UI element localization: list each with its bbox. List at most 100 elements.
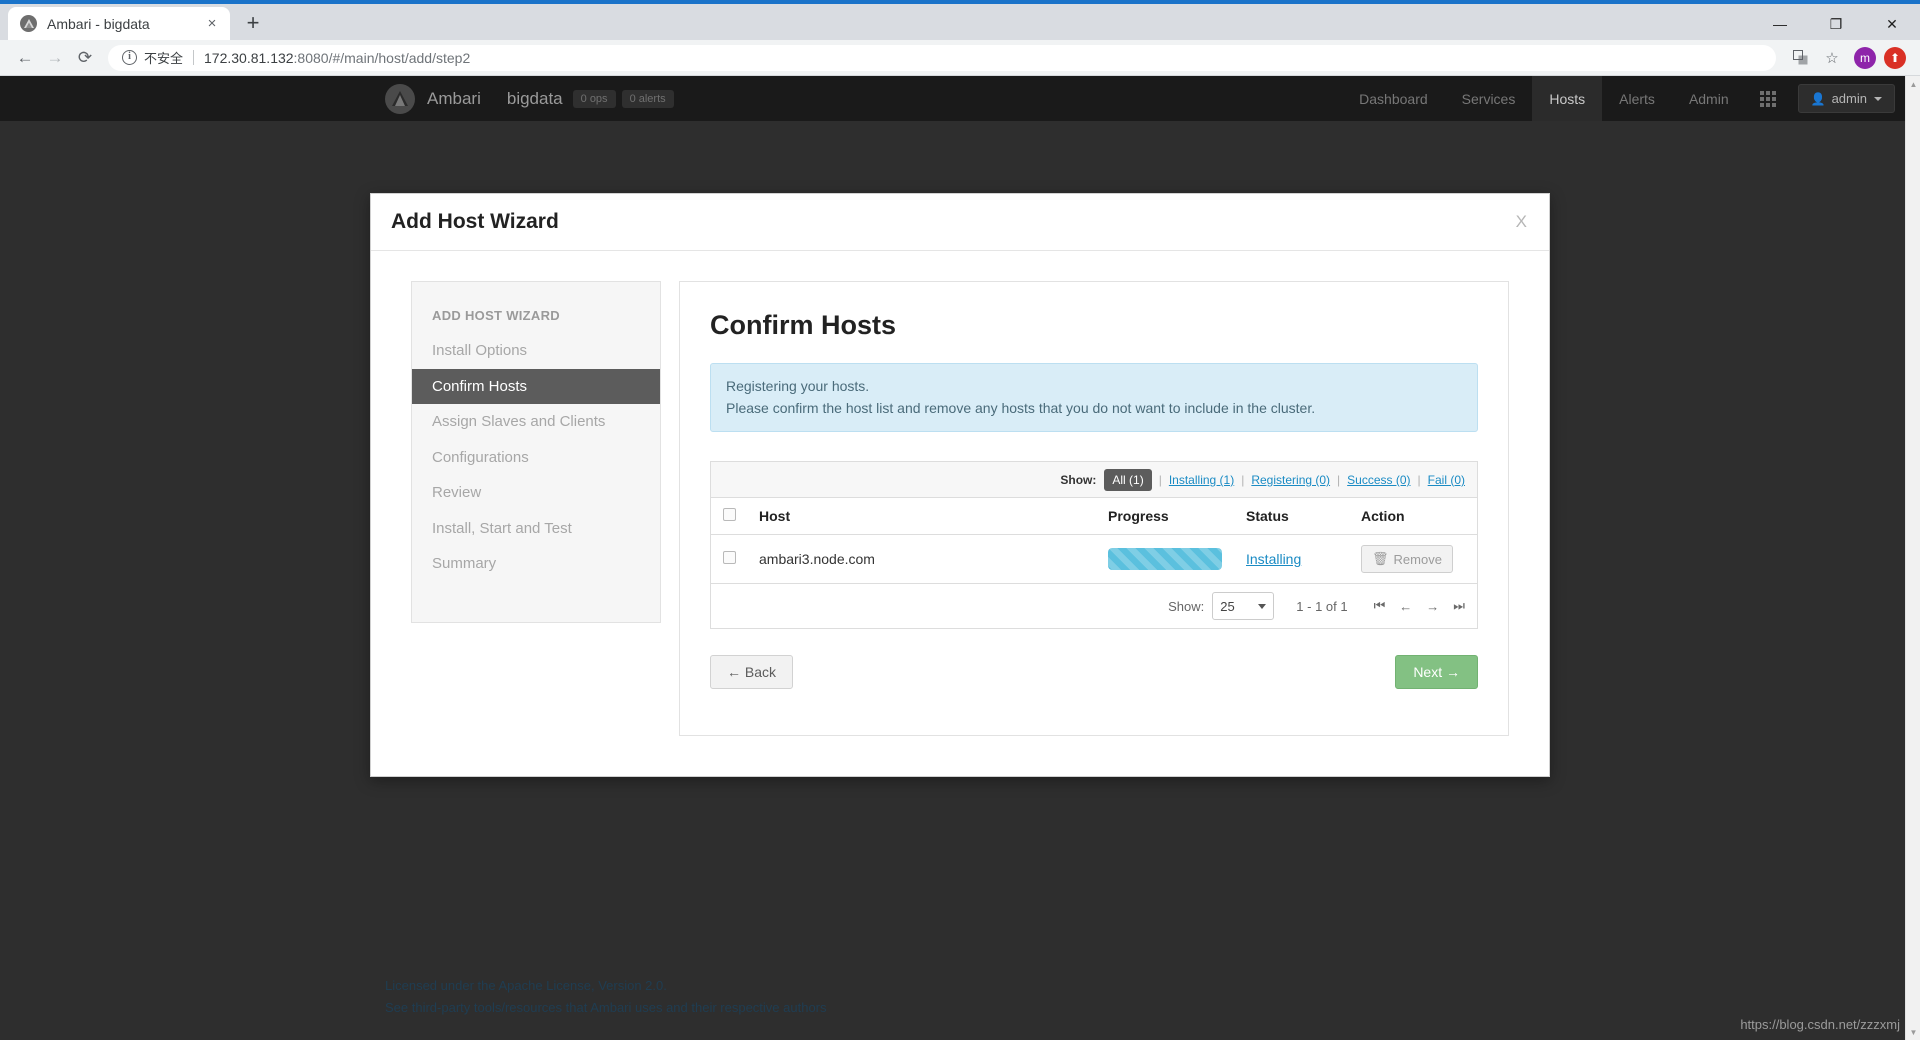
hosts-table: Host Progress Status Action ambari3.node… xyxy=(711,498,1477,585)
reload-icon[interactable]: ⟳ xyxy=(70,43,100,73)
wizard-step-configurations[interactable]: Configurations xyxy=(412,440,660,476)
wizard-step-review[interactable]: Review xyxy=(412,475,660,511)
filter-registering[interactable]: Registering (0) xyxy=(1251,473,1330,487)
page-scrollbar[interactable]: ▲ ▼ xyxy=(1905,76,1920,1040)
address-bar[interactable]: i 不安全 172.30.81.132:8080/#/main/host/add… xyxy=(108,44,1776,71)
filter-separator: | xyxy=(1158,472,1162,487)
brand-label[interactable]: Ambari xyxy=(427,89,481,109)
table-row: ambari3.node.com Installing 🗑 Remove xyxy=(711,534,1477,585)
filter-success[interactable]: Success (0) xyxy=(1347,473,1410,487)
license-link[interactable]: Licensed under the Apache License, Versi… xyxy=(385,975,1905,996)
bookmark-star-icon[interactable]: ☆ xyxy=(1816,43,1848,73)
wizard-step-summary[interactable]: Summary xyxy=(412,546,660,582)
new-tab-button[interactable]: + xyxy=(236,8,270,38)
modal-header: Add Host Wizard X xyxy=(371,194,1549,251)
filter-separator: | xyxy=(1241,472,1245,487)
nav-item-services[interactable]: Services xyxy=(1445,76,1533,121)
close-icon[interactable]: X xyxy=(1516,212,1527,232)
nav-item-alerts[interactable]: Alerts xyxy=(1602,76,1672,121)
next-page-icon[interactable]: → xyxy=(1426,599,1439,614)
url-text: 172.30.81.132:8080/#/main/host/add/step2 xyxy=(204,50,470,66)
hosts-table-wrapper: Show: All (1) | Installing (1) | Registe… xyxy=(710,461,1478,630)
pagination-range: 1 - 1 of 1 xyxy=(1296,598,1348,614)
site-info-icon[interactable]: i xyxy=(122,50,137,65)
update-icon[interactable]: ⬆ xyxy=(1884,46,1906,69)
ambari-navbar: Ambari bigdata 0 ops 0 alerts Dashboard … xyxy=(0,76,1905,121)
apps-grid-icon[interactable] xyxy=(1746,76,1790,121)
cell-status: Installing xyxy=(1234,534,1349,585)
wizard-step-assign-slaves[interactable]: Assign Slaves and Clients xyxy=(412,404,660,440)
page-size-value: 25 xyxy=(1220,598,1235,614)
status-filter-bar: Show: All (1) | Installing (1) | Registe… xyxy=(711,462,1477,499)
page-content: Ambari bigdata 0 ops 0 alerts Dashboard … xyxy=(0,76,1905,1040)
tab-close-icon[interactable]: × xyxy=(202,14,222,34)
filter-installing[interactable]: Installing (1) xyxy=(1169,473,1234,487)
third-party-link[interactable]: See third-party tools/resources that Amb… xyxy=(385,997,1905,1018)
row-checkbox[interactable] xyxy=(723,551,736,565)
ambari-nav-items: Dashboard Services Hosts Alerts Admin 👤 … xyxy=(1342,76,1895,121)
trash-icon: 🗑 xyxy=(1372,551,1389,567)
url-host: 172.30.81.132 xyxy=(204,49,294,66)
select-all-cell xyxy=(711,498,747,536)
nav-item-dashboard[interactable]: Dashboard xyxy=(1342,76,1445,121)
app-footer: Licensed under the Apache License, Versi… xyxy=(0,975,1905,1040)
window-close-icon[interactable]: ✕ xyxy=(1864,6,1920,42)
filter-separator: | xyxy=(1337,472,1341,487)
column-header-host[interactable]: Host xyxy=(747,498,1096,536)
scroll-up-icon[interactable]: ▲ xyxy=(1906,76,1920,92)
status-badge[interactable]: Installing xyxy=(1246,551,1301,567)
wizard-step-install-options[interactable]: Install Options xyxy=(412,333,660,369)
cell-host: ambari3.node.com xyxy=(747,534,1096,585)
wizard-step-install-start-test[interactable]: Install, Start and Test xyxy=(412,511,660,547)
progress-track xyxy=(1108,548,1222,571)
wizard-step-confirm-hosts[interactable]: Confirm Hosts xyxy=(412,368,660,404)
column-header-status[interactable]: Status xyxy=(1234,498,1349,536)
column-header-action[interactable]: Action xyxy=(1349,498,1477,536)
browser-window: Ambari - bigdata × + — ❐ ✕ ← → ⟳ i 不安全 1… xyxy=(0,0,1920,1040)
profile-avatar[interactable]: m xyxy=(1854,46,1876,69)
next-button[interactable]: Next → xyxy=(1395,655,1478,690)
nav-item-admin[interactable]: Admin xyxy=(1672,76,1746,121)
chevron-down-icon xyxy=(1258,603,1267,609)
filter-separator: | xyxy=(1417,472,1421,487)
user-menu-label: admin xyxy=(1831,91,1867,106)
ambari-app: Ambari bigdata 0 ops 0 alerts Dashboard … xyxy=(0,76,1905,1040)
select-all-checkbox[interactable] xyxy=(723,508,736,522)
chevron-down-icon xyxy=(1874,96,1882,101)
browser-tab[interactable]: Ambari - bigdata × xyxy=(8,7,230,40)
filter-fail[interactable]: Fail (0) xyxy=(1428,473,1465,487)
toolbar-right: ☆ m ⬆ xyxy=(1784,43,1910,73)
pagination-controls: ⏮ ← → ⏭ xyxy=(1374,598,1465,614)
user-menu-button[interactable]: 👤 admin xyxy=(1797,84,1895,113)
column-header-progress[interactable]: Progress xyxy=(1096,498,1234,536)
wizard-step-nav: ADD HOST WIZARD Install Options Confirm … xyxy=(411,281,661,623)
window-controls: — ❐ ✕ xyxy=(1752,4,1920,44)
wizard-nav-heading: ADD HOST WIZARD xyxy=(432,308,560,323)
watermark: https://blog.csdn.net/zzzxmj xyxy=(1740,1017,1900,1032)
hosts-table-head: Host Progress Status Action xyxy=(711,498,1477,536)
page-viewport: Ambari bigdata 0 ops 0 alerts Dashboard … xyxy=(0,76,1920,1040)
first-page-icon[interactable]: ⏮ xyxy=(1374,598,1386,614)
alert-line-2: Please confirm the host list and remove … xyxy=(726,399,1316,416)
filter-all[interactable]: All (1) xyxy=(1104,468,1152,491)
scroll-down-icon[interactable]: ▼ xyxy=(1906,1024,1920,1040)
back-button[interactable]: ← Back xyxy=(710,655,794,690)
hosts-table-body: ambari3.node.com Installing 🗑 Remove xyxy=(711,534,1477,585)
last-page-icon[interactable]: ⏭ xyxy=(1453,598,1465,614)
nav-item-hosts[interactable]: Hosts xyxy=(1532,76,1603,121)
translate-icon[interactable] xyxy=(1784,43,1816,73)
prev-page-icon[interactable]: ← xyxy=(1399,599,1412,614)
page-size-select[interactable]: 25 xyxy=(1212,592,1275,621)
ops-badge[interactable]: 0 ops xyxy=(572,89,616,108)
wizard-footer: ← Back Next → xyxy=(710,655,1478,690)
row-select-cell xyxy=(711,534,747,585)
remove-host-button[interactable]: 🗑 Remove xyxy=(1361,545,1453,574)
browser-toolbar: ← → ⟳ i 不安全 172.30.81.132:8080/#/main/ho… xyxy=(0,40,1920,76)
window-minimize-icon[interactable]: — xyxy=(1752,6,1808,42)
alerts-badge[interactable]: 0 alerts xyxy=(621,89,674,108)
back-icon[interactable]: ← xyxy=(10,43,40,73)
wizard-content-panel: Confirm Hosts Registering your hosts. Pl… xyxy=(679,281,1509,737)
forward-icon[interactable]: → xyxy=(40,43,70,73)
cluster-name: bigdata xyxy=(506,88,563,108)
window-maximize-icon[interactable]: ❐ xyxy=(1808,6,1864,42)
